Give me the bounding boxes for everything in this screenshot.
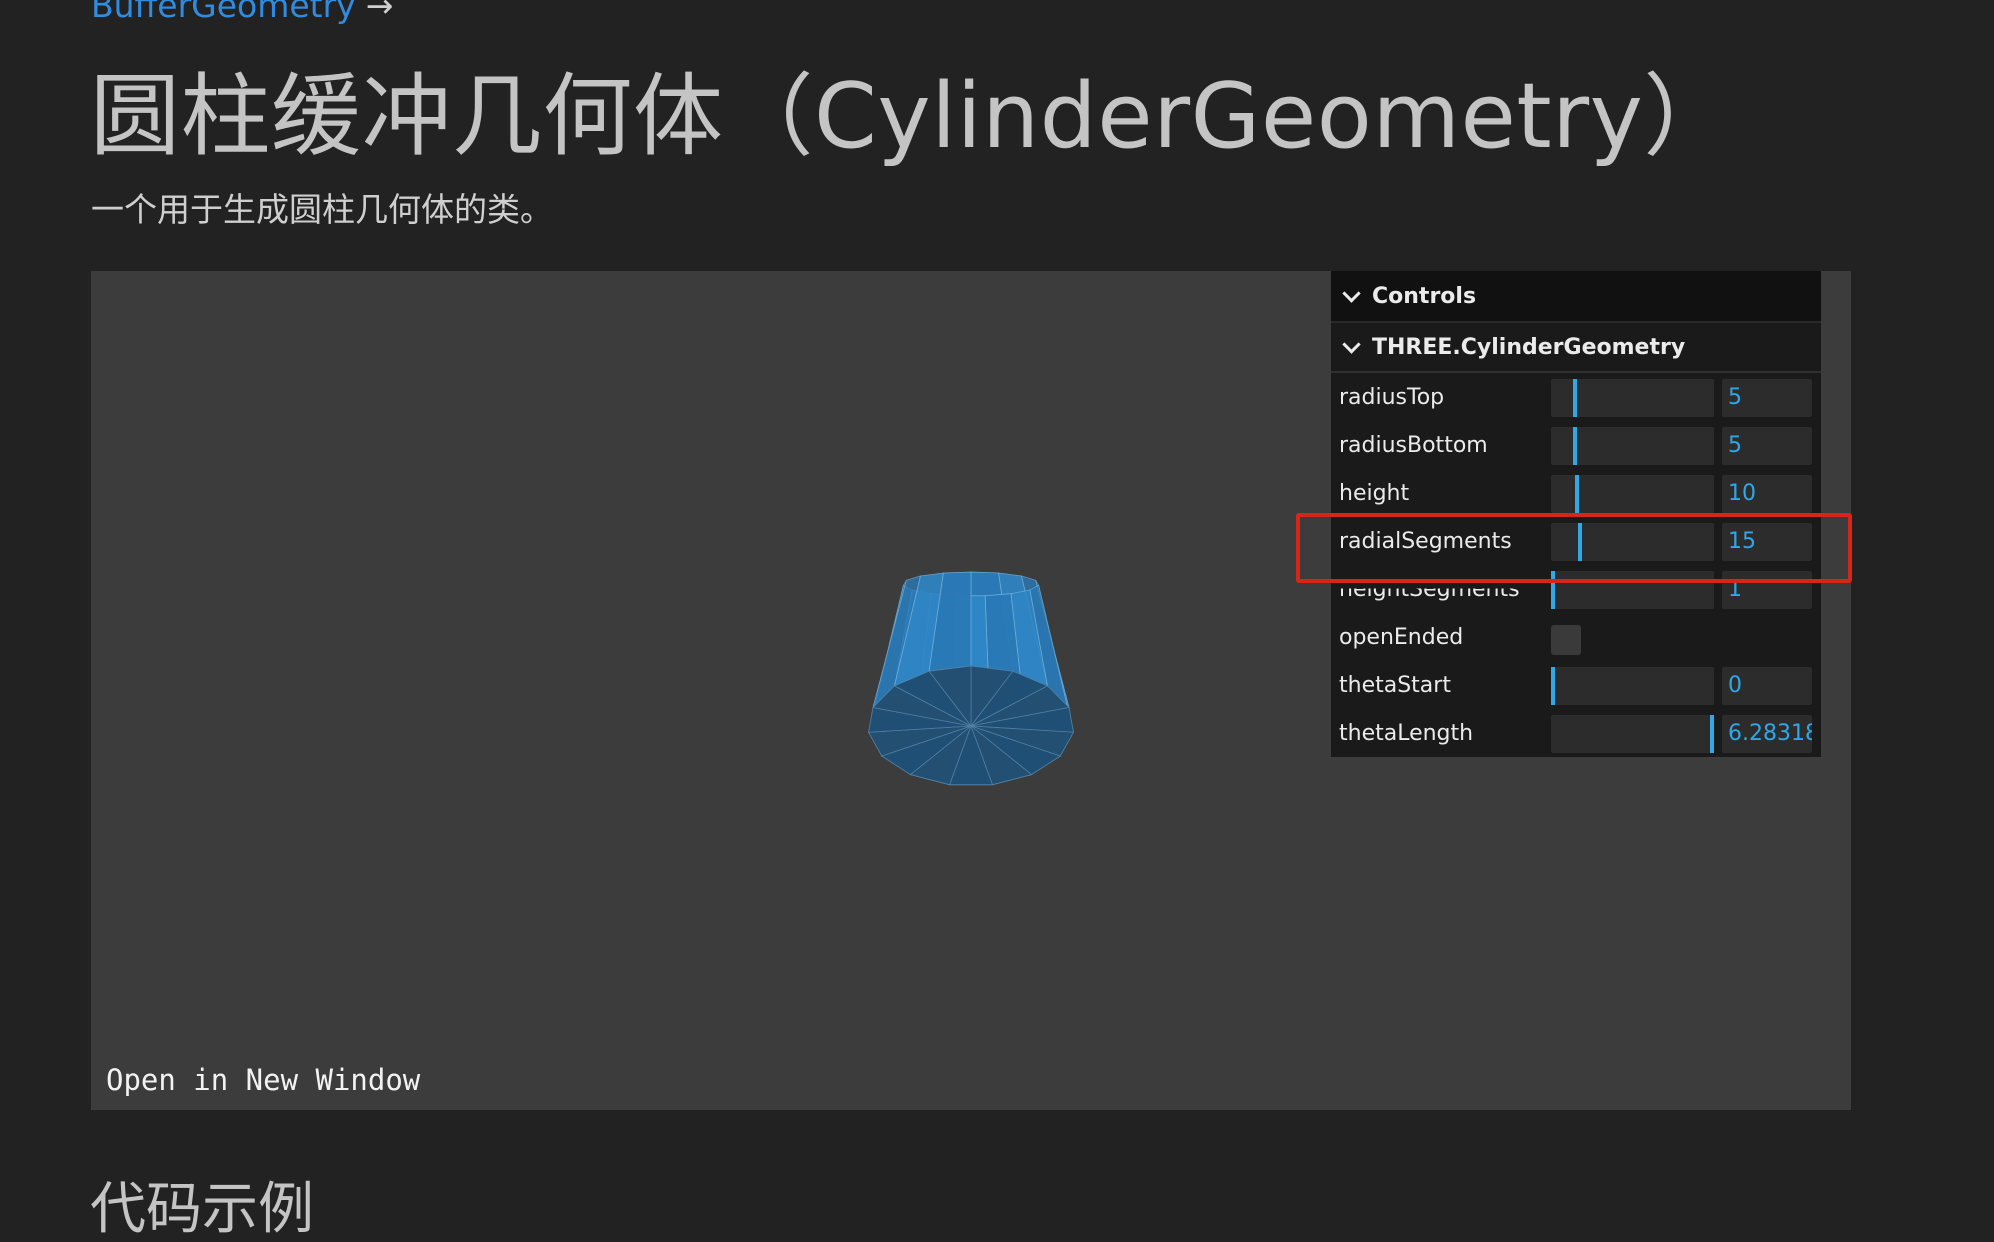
controls-panel: Controls THREE.CylinderGeometry radiusTo… (1331, 271, 1821, 757)
radiusbottom-slider[interactable] (1551, 427, 1714, 465)
thetastart-input[interactable]: 0 (1722, 667, 1812, 705)
slider-knob[interactable] (1575, 475, 1579, 513)
breadcrumb-link[interactable]: BufferGeometry (91, 0, 356, 25)
heightsegments-input[interactable]: 1 (1722, 571, 1812, 609)
slider-knob[interactable] (1551, 571, 1555, 609)
param-label: openEnded (1339, 624, 1464, 650)
heightsegments-slider[interactable] (1551, 571, 1714, 609)
param-label: heightSegments (1339, 576, 1520, 602)
folder-toggle[interactable]: THREE.CylinderGeometry (1331, 323, 1821, 373)
slider-knob[interactable] (1578, 523, 1582, 561)
height-input[interactable]: 10 (1722, 475, 1812, 513)
param-row-openended: openEnded (1331, 613, 1821, 661)
param-label: radiusBottom (1339, 432, 1488, 458)
radialsegments-slider[interactable] (1551, 523, 1714, 561)
thetalength-input[interactable]: 6.28318 (1722, 715, 1812, 753)
openended-checkbox[interactable] (1551, 625, 1581, 655)
param-row-radiusbottom: radiusBottom 5 (1331, 421, 1821, 469)
controls-title: Controls (1372, 283, 1477, 309)
cylinder-mesh (867, 571, 1075, 786)
folder-title: THREE.CylinderGeometry (1372, 334, 1686, 360)
page-title: 圆柱缓冲几何体（CylinderGeometry） (90, 64, 1734, 169)
thetastart-slider[interactable] (1551, 667, 1714, 705)
param-label: radialSegments (1339, 528, 1512, 554)
param-row-heightsegments: heightSegments 1 (1331, 565, 1821, 613)
param-row-height: height 10 (1331, 469, 1821, 517)
radiustop-input[interactable]: 5 (1722, 379, 1812, 417)
slider-knob[interactable] (1710, 715, 1714, 753)
chevron-down-icon (1342, 283, 1361, 303)
param-row-thetastart: thetaStart 0 (1331, 661, 1821, 709)
thetalength-slider[interactable] (1551, 715, 1714, 753)
radiusbottom-input[interactable]: 5 (1722, 427, 1812, 465)
height-slider[interactable] (1551, 475, 1714, 513)
slider-knob[interactable] (1573, 379, 1577, 417)
open-in-new-window-link[interactable]: Open in New Window (106, 1062, 420, 1098)
slider-knob[interactable] (1573, 427, 1577, 465)
breadcrumb[interactable]: BufferGeometry → (91, 0, 393, 26)
param-label: thetaStart (1339, 672, 1451, 698)
param-row-thetalength: thetaLength 6.28318 (1331, 709, 1821, 757)
radiustop-slider[interactable] (1551, 379, 1714, 417)
page-subtitle: 一个用于生成圆柱几何体的类。 (91, 190, 553, 229)
arrow-right-icon: → (365, 0, 394, 25)
section-heading: 代码示例 (90, 1177, 314, 1242)
param-label: radiusTop (1339, 384, 1445, 410)
param-row-radiustop: radiusTop 5 (1331, 373, 1821, 421)
slider-knob[interactable] (1551, 667, 1555, 705)
controls-toggle[interactable]: Controls (1331, 271, 1821, 323)
param-label: thetaLength (1339, 720, 1474, 746)
chevron-down-icon (1342, 334, 1361, 354)
param-label: height (1339, 480, 1410, 506)
param-row-radialsegments: radialSegments 15 (1331, 517, 1821, 565)
radialsegments-input[interactable]: 15 (1722, 523, 1812, 561)
